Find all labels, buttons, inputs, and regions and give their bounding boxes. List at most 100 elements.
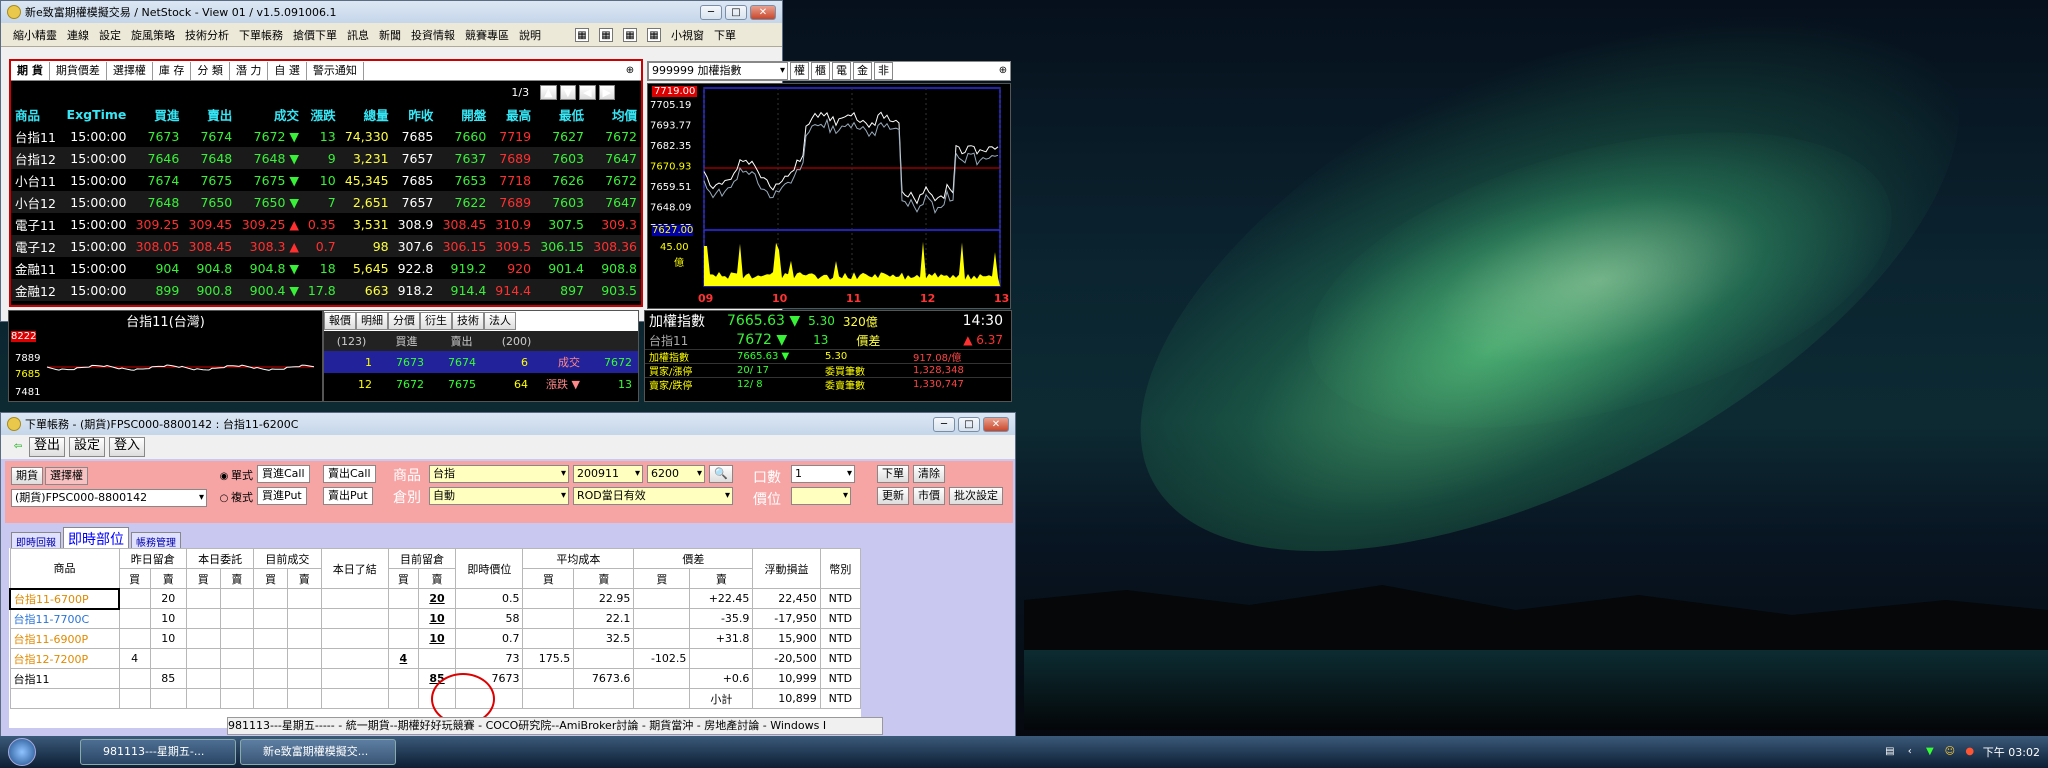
- position-row[interactable]: 台指11-6700P 20 20 0.5 22.95 +22.45 22,450 NTD: [9, 587, 861, 610]
- zoom-icon[interactable]: ⊕: [996, 64, 1010, 78]
- quote-row[interactable]: 台指11 15:00:00 7673 7674 7672 ▼ 13 74,330 7685 76…: [11, 125, 641, 147]
- back-icon[interactable]: ⇦: [11, 440, 25, 454]
- account-select[interactable]: (期貨)FPSC000-8800142: [11, 489, 207, 507]
- index-select[interactable]: 999999 加權指數: [648, 62, 788, 80]
- zoom-icon[interactable]: ⊕: [624, 314, 638, 328]
- tab-futures[interactable]: 期貨: [11, 467, 43, 485]
- combo-radio[interactable]: ○ 複式: [217, 489, 253, 506]
- menu-item-6[interactable]: 搶價下單: [293, 27, 337, 43]
- menu-right-0[interactable]: 小視窗: [671, 27, 704, 43]
- quote-tab-3[interactable]: 庫 存: [153, 61, 192, 80]
- order-titlebar[interactable]: 下單帳務 - (期貨)FPSC000-8800142 : 台指11-6200C …: [1, 413, 1015, 435]
- detail-tab-5[interactable]: 法人: [484, 312, 516, 330]
- quote-tab-1[interactable]: 期貨價差: [50, 61, 107, 80]
- arrow-down-icon[interactable]: ▼: [559, 84, 577, 100]
- tab-options[interactable]: 選擇權: [45, 467, 88, 485]
- detail-tab-1[interactable]: 明細: [356, 312, 388, 330]
- menu-item-5[interactable]: 下單帳務: [239, 27, 283, 43]
- menu-item-1[interactable]: 連線: [67, 27, 89, 43]
- sell-put-button[interactable]: 賣出Put: [323, 487, 373, 505]
- quote-row[interactable]: 電子11 15:00:00 309.25 309.45 309.25 ▲ 0.35 3,53…: [11, 213, 641, 235]
- windows-logo-icon[interactable]: [8, 738, 36, 766]
- strike-select[interactable]: 6200: [647, 465, 705, 483]
- close-button[interactable]: ✕: [750, 4, 776, 20]
- quote-row[interactable]: 電子12 15:00:00 308.05 308.45 308.3 ▲ 0.7 98 307.…: [11, 235, 641, 257]
- index-button-1[interactable]: 櫃: [811, 62, 830, 80]
- menu-item-10[interactable]: 競賽專區: [465, 27, 509, 43]
- order-close-button[interactable]: ✕: [983, 416, 1009, 432]
- arrow-up-icon[interactable]: ▲: [540, 84, 557, 100]
- security-icon[interactable]: ●: [1963, 745, 1977, 759]
- sell-call-button[interactable]: 賣出Call: [323, 465, 376, 483]
- detail-tab-4[interactable]: 技術: [452, 312, 484, 330]
- index-button-4[interactable]: 非: [874, 62, 893, 80]
- order-minimize-button[interactable]: ─: [933, 416, 955, 432]
- arrow-right-icon[interactable]: ▶: [598, 84, 615, 100]
- menu-item-3[interactable]: 旋風策略: [131, 27, 175, 43]
- chart-tool-3-icon[interactable]: ▦: [623, 27, 637, 42]
- quote-tab-0[interactable]: 期 貨: [11, 61, 50, 80]
- detail-row[interactable]: 1 7673 7674 6 成交 7672: [324, 351, 638, 373]
- menu-item-7[interactable]: 訊息: [347, 27, 369, 43]
- quote-tab-4[interactable]: 分 類: [191, 61, 230, 80]
- quote-row[interactable]: 金融11 15:00:00 904 904.8 904.8 ▼ 18 5,645 922.8 9…: [11, 257, 641, 279]
- radio-icon[interactable]: ○: [217, 492, 231, 506]
- position-row[interactable]: 台指12-7200P 4 4 73 175.5 -102.5 -20,500 NTD: [9, 648, 861, 669]
- buy-call-button[interactable]: 買進Call: [257, 465, 310, 483]
- taskbar-item-browser[interactable]: 981113---星期五-...: [80, 739, 236, 765]
- buy-put-button[interactable]: 買進Put: [257, 487, 307, 505]
- radio-checked-icon[interactable]: ◉: [217, 470, 231, 484]
- index-button-2[interactable]: 電: [832, 62, 851, 80]
- clock[interactable]: 下午 03:02: [1983, 744, 2040, 760]
- arrow-left-icon[interactable]: ◀: [579, 84, 596, 100]
- detail-row[interactable]: 12 7672 7675 64 漲跌 ▼ 13: [324, 373, 638, 395]
- main-titlebar[interactable]: 新e致富期權模擬交易 / NetStock - View 01 / v1.5.0…: [1, 1, 782, 23]
- order-maximize-button[interactable]: □: [958, 416, 980, 432]
- search-icon[interactable]: 🔍: [709, 465, 733, 483]
- logout-button[interactable]: 登出: [29, 437, 66, 457]
- index-button-0[interactable]: 權: [790, 62, 809, 80]
- detail-tab-0[interactable]: 報價: [324, 312, 356, 330]
- product-select[interactable]: 台指: [429, 465, 569, 483]
- keyboard-icon[interactable]: ▤: [1883, 745, 1897, 759]
- position-select[interactable]: 自動: [429, 487, 569, 505]
- messenger-icon[interactable]: ☺: [1943, 745, 1957, 759]
- minimize-button[interactable]: ─: [700, 4, 722, 20]
- single-radio[interactable]: ◉ 單式: [217, 467, 253, 484]
- login-button[interactable]: 登入: [109, 437, 146, 457]
- chart-tool-2-icon[interactable]: ▦: [599, 27, 613, 42]
- settings-button[interactable]: 設定: [69, 437, 106, 457]
- price-input[interactable]: [791, 487, 851, 505]
- menu-item-4[interactable]: 技術分析: [185, 27, 229, 43]
- qty-input[interactable]: 1: [791, 465, 855, 483]
- tray-arrow-icon[interactable]: ‹: [1903, 745, 1917, 759]
- menu-item-2[interactable]: 設定: [99, 27, 121, 43]
- quote-row[interactable]: 小台11 15:00:00 7674 7675 7675 ▼ 10 45,345 7685 76…: [11, 169, 641, 191]
- quote-row[interactable]: 金融12 15:00:00 899 900.8 900.4 ▼ 17.8 663 918.2 9…: [11, 279, 641, 301]
- maximize-button[interactable]: □: [725, 4, 747, 20]
- update-button[interactable]: 更新: [877, 487, 909, 505]
- quote-tab-6[interactable]: 自 選: [268, 61, 307, 80]
- month-select[interactable]: 200911: [573, 465, 643, 483]
- quote-row[interactable]: 小台12 15:00:00 7648 7650 7650 ▼ 7 2,651 7657 7622…: [11, 191, 641, 213]
- menu-item-11[interactable]: 說明: [519, 27, 541, 43]
- menu-right-1[interactable]: 下單: [714, 27, 736, 43]
- index-button-3[interactable]: 金: [853, 62, 872, 80]
- batch-button[interactable]: 批次設定: [949, 487, 1003, 505]
- news-ticker[interactable]: 981113---星期五----- - 統一期貨--期權好好玩競賽 - COCO…: [227, 717, 883, 735]
- menu-item-9[interactable]: 投資情報: [411, 27, 455, 43]
- tif-select[interactable]: ROD當日有效: [573, 487, 733, 505]
- position-row[interactable]: 台指11-6900P 10 10 0.7 32.5 +31.8 15,900 NTD: [9, 628, 861, 649]
- menu-item-0[interactable]: 縮小精靈: [13, 27, 57, 43]
- zoom-icon[interactable]: ⊕: [623, 64, 637, 78]
- start-button[interactable]: [0, 736, 44, 768]
- detail-tab-3[interactable]: 衍生: [420, 312, 452, 330]
- quote-tab-2[interactable]: 選擇權: [107, 61, 153, 80]
- network-icon[interactable]: ▼: [1923, 745, 1937, 759]
- chart-tool-4-icon[interactable]: ▦: [647, 27, 661, 42]
- quote-tab-7[interactable]: 警示通知: [307, 61, 364, 80]
- order-button[interactable]: 下單: [877, 465, 909, 483]
- market-button[interactable]: 市價: [913, 487, 945, 505]
- menu-item-8[interactable]: 新聞: [379, 27, 401, 43]
- taskbar-item-app[interactable]: 新e致富期權模擬交...: [240, 739, 396, 765]
